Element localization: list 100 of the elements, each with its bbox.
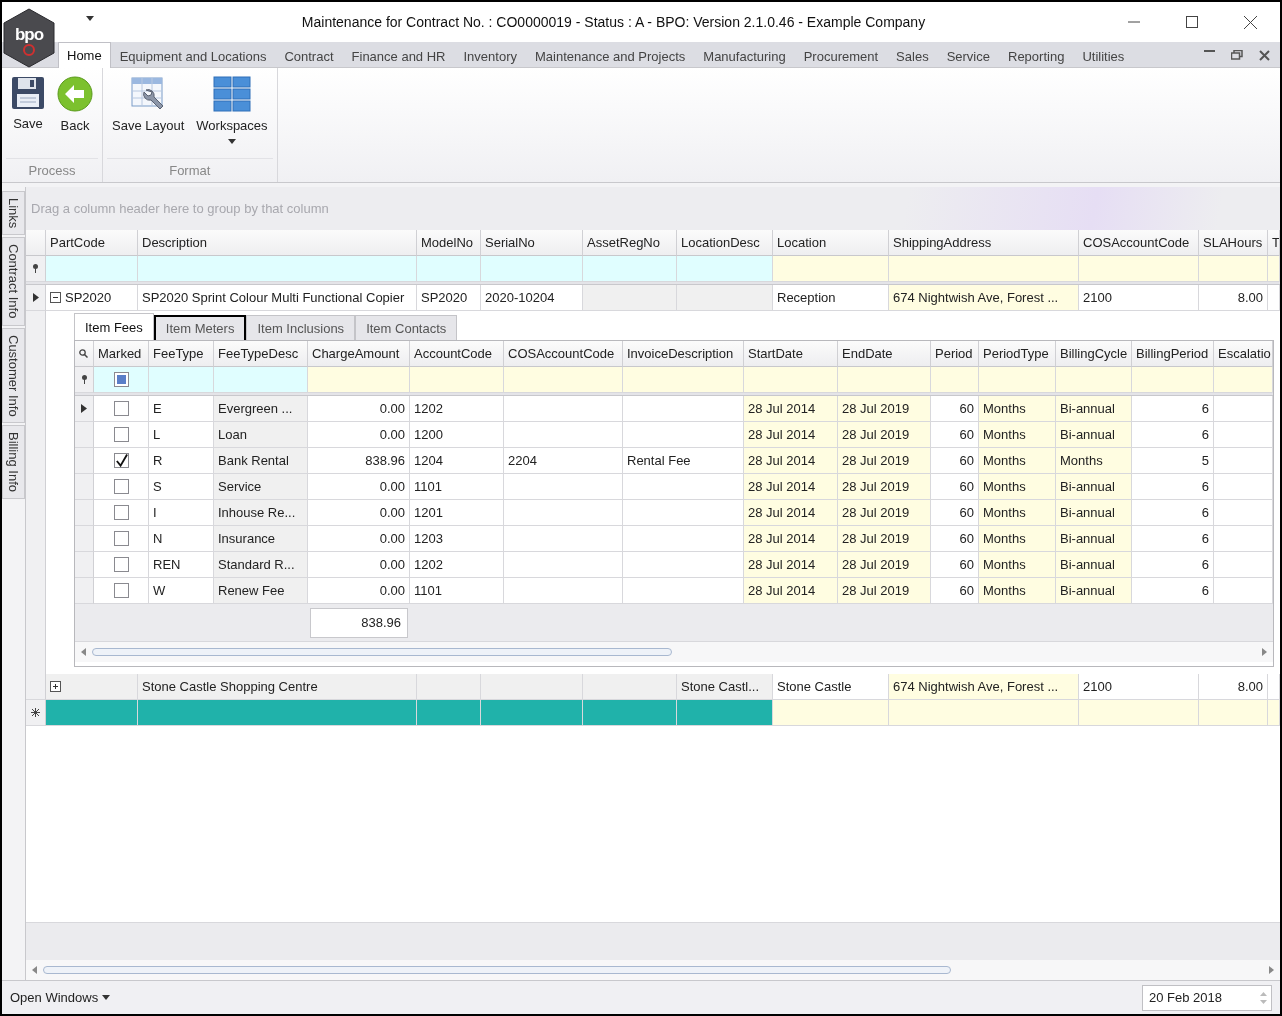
filter-cell[interactable]: [417, 256, 481, 282]
scrollbar-thumb[interactable]: [43, 966, 951, 974]
filter-cell[interactable]: [623, 367, 744, 393]
checkbox[interactable]: [113, 401, 129, 416]
filter-cell[interactable]: [1132, 367, 1214, 393]
spinner-icon[interactable]: [1260, 990, 1267, 1005]
filter-cell[interactable]: [773, 256, 889, 282]
filter-cell[interactable]: [1079, 256, 1199, 282]
filter-cell[interactable]: [308, 367, 410, 393]
column-header[interactable]: SLAHours: [1199, 230, 1268, 256]
ribbon-tab[interactable]: Reporting: [999, 44, 1074, 68]
ribbon-tab[interactable]: Maintenance and Projects: [526, 44, 695, 68]
column-header[interactable]: PartCode: [46, 230, 138, 256]
expand-icon[interactable]: [50, 681, 61, 692]
filter-cell[interactable]: [46, 256, 138, 282]
search-icon[interactable]: [79, 349, 88, 358]
scrollbar-thumb[interactable]: [92, 648, 672, 656]
column-header[interactable]: AccountCode: [410, 341, 504, 367]
detail-tab[interactable]: Item Fees: [74, 313, 154, 340]
date-field[interactable]: 20 Feb 2018: [1142, 984, 1272, 1011]
checkbox[interactable]: [113, 479, 129, 494]
side-tab[interactable]: Billing Info: [2, 425, 25, 500]
detail-tab[interactable]: Item Meters: [153, 315, 247, 340]
checkbox[interactable]: [113, 427, 129, 442]
column-header[interactable]: COSAccountCode: [504, 341, 623, 367]
scroll-left-icon[interactable]: [32, 966, 37, 974]
minimize-button[interactable]: [1128, 21, 1140, 23]
checkbox[interactable]: [113, 531, 129, 546]
close-button[interactable]: [1244, 15, 1257, 29]
minimize-icon[interactable]: [1204, 50, 1215, 53]
checkbox[interactable]: [113, 557, 129, 572]
filter-cell[interactable]: [481, 256, 583, 282]
ribbon-tab[interactable]: Sales: [887, 44, 938, 68]
ribbon-tab[interactable]: Equipment and Locations: [110, 44, 276, 68]
app-logo[interactable]: bpo: [2, 8, 56, 68]
new-row-cell[interactable]: [46, 700, 138, 726]
new-row-cell[interactable]: [1079, 700, 1199, 726]
ribbon-tab[interactable]: Service: [937, 44, 999, 68]
back-button[interactable]: Back: [52, 74, 98, 158]
new-row-cell[interactable]: [1268, 700, 1280, 726]
column-header[interactable]: StartDate: [744, 341, 838, 367]
filter-cell[interactable]: [504, 367, 623, 393]
filter-cell[interactable]: [149, 367, 214, 393]
new-row-cell[interactable]: [417, 700, 481, 726]
restore-icon[interactable]: [1231, 50, 1243, 60]
column-header[interactable]: SerialNo: [481, 230, 583, 256]
ribbon-tab[interactable]: Home: [58, 42, 111, 68]
filter-cell[interactable]: [1268, 256, 1280, 282]
detail-tab[interactable]: Item Contacts: [355, 315, 458, 340]
scroll-left-icon[interactable]: [81, 648, 86, 656]
column-header[interactable]: ModelNo: [417, 230, 481, 256]
maximize-button[interactable]: [1186, 16, 1198, 28]
column-header[interactable]: COSAccountCode: [1079, 230, 1199, 256]
save-button[interactable]: Save: [6, 74, 50, 158]
ribbon-tab[interactable]: Utilities: [1073, 44, 1134, 68]
new-row-cell[interactable]: [773, 700, 889, 726]
open-windows-button[interactable]: Open Windows: [10, 990, 111, 1005]
side-tab[interactable]: Contract Info: [2, 237, 25, 326]
checkbox[interactable]: [113, 453, 129, 468]
scroll-right-icon[interactable]: [1269, 966, 1274, 974]
filter-cell[interactable]: [138, 256, 417, 282]
column-header[interactable]: PeriodType: [979, 341, 1056, 367]
new-row-cell[interactable]: [677, 700, 773, 726]
filter-cell[interactable]: [677, 256, 773, 282]
filter-cell[interactable]: [214, 367, 308, 393]
column-header[interactable]: InvoiceDescription: [623, 341, 744, 367]
column-header[interactable]: LocationDesc: [677, 230, 773, 256]
collapse-icon[interactable]: [50, 292, 61, 303]
new-row-cell[interactable]: [889, 700, 1079, 726]
column-header[interactable]: ChargeAmount: [308, 341, 410, 367]
ribbon-tab[interactable]: Procurement: [794, 44, 888, 68]
column-header[interactable]: EndDate: [838, 341, 931, 367]
close-icon[interactable]: [1259, 50, 1270, 61]
side-tab[interactable]: Links: [2, 191, 25, 236]
filter-cell[interactable]: [1214, 367, 1273, 393]
column-header[interactable]: BillingCycle: [1056, 341, 1132, 367]
filter-cell[interactable]: [1056, 367, 1132, 393]
filter-cell[interactable]: [979, 367, 1056, 393]
filter-cell[interactable]: [583, 256, 677, 282]
checkbox[interactable]: [113, 583, 129, 598]
column-header[interactable]: Description: [138, 230, 417, 256]
filter-checkbox[interactable]: [113, 372, 129, 387]
horizontal-scrollbar[interactable]: [26, 960, 1280, 980]
filter-cell[interactable]: [744, 367, 838, 393]
ribbon-tab[interactable]: Inventory: [454, 44, 526, 68]
ribbon-tab[interactable]: Contract: [275, 44, 343, 68]
checkbox[interactable]: [113, 505, 129, 520]
filter-cell[interactable]: [838, 367, 931, 393]
column-header[interactable]: Period: [931, 341, 979, 367]
column-header[interactable]: Location: [773, 230, 889, 256]
column-header[interactable]: AssetRegNo: [583, 230, 677, 256]
horizontal-scrollbar[interactable]: [75, 642, 1273, 662]
scroll-right-icon[interactable]: [1262, 648, 1267, 656]
ribbon-tab[interactable]: Manufacturing: [694, 44, 795, 68]
new-row-cell[interactable]: [1199, 700, 1268, 726]
new-row-cell[interactable]: [583, 700, 677, 726]
column-header[interactable]: T: [1268, 230, 1280, 256]
new-row-cell[interactable]: [138, 700, 417, 726]
column-header[interactable]: FeeTypeDesc: [214, 341, 308, 367]
column-header[interactable]: Marked: [94, 341, 149, 367]
